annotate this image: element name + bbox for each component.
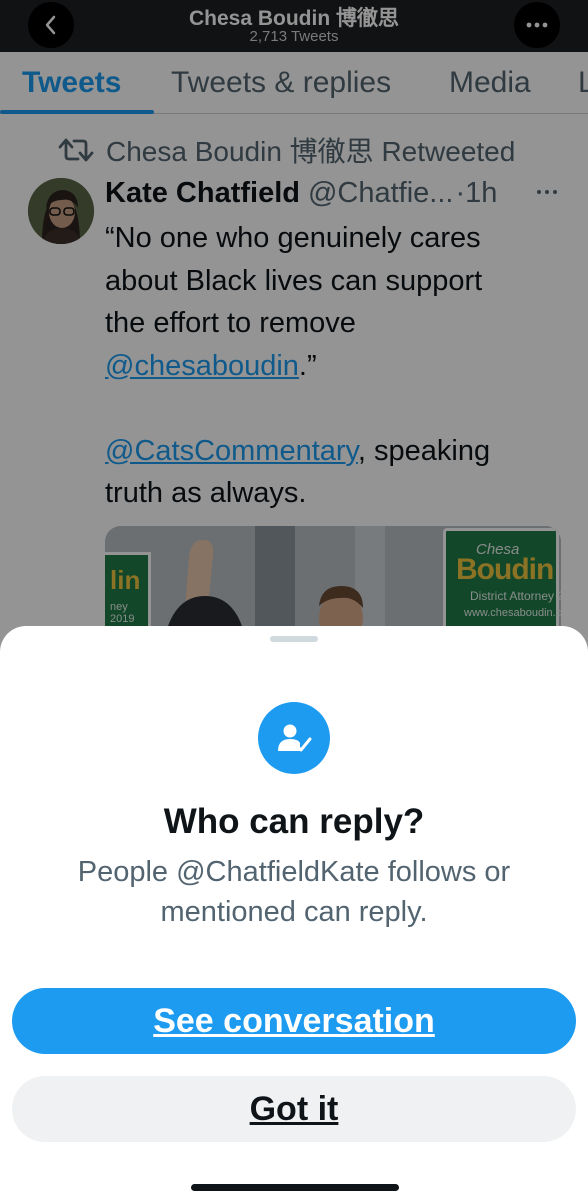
sheet-description: People @ChatfieldKate follows or mention…: [40, 852, 548, 932]
sheet-title: Who can reply?: [163, 802, 425, 841]
sheet-grabber[interactable]: [270, 636, 318, 642]
sheet-description-line: mentioned can reply.: [160, 896, 428, 928]
sheet-icon-badge: [258, 702, 330, 774]
home-indicator: [191, 1184, 399, 1191]
who-can-reply-sheet: Who can reply? People @ChatfieldKate fol…: [0, 626, 588, 1200]
see-conversation-button[interactable]: See conversation: [12, 988, 576, 1054]
sheet-description-line: People @ChatfieldKate follows or: [77, 856, 511, 888]
got-it-button[interactable]: Got it: [12, 1076, 576, 1142]
person-check-icon: [278, 724, 312, 752]
